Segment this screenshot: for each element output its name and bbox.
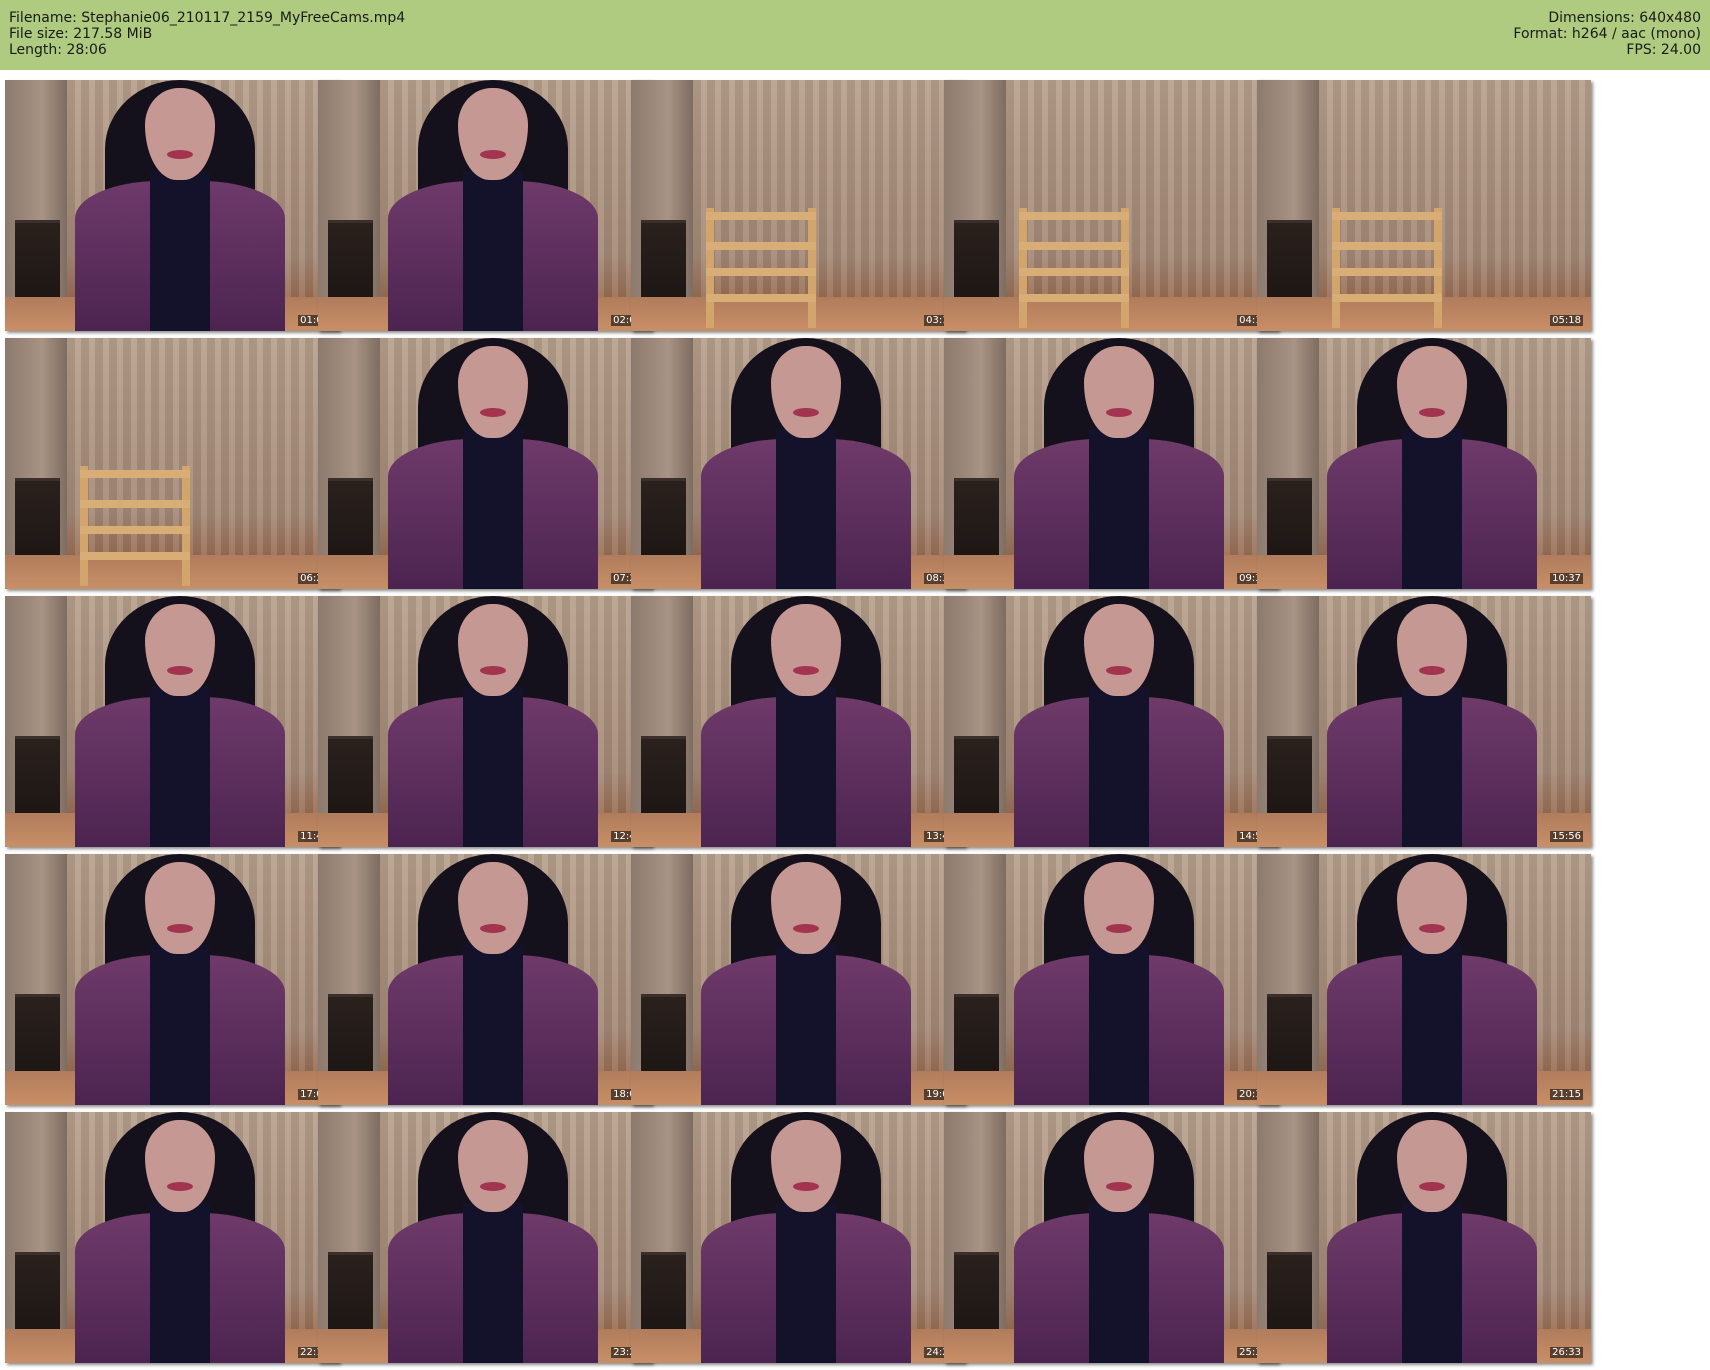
person-figure bbox=[1327, 854, 1537, 1105]
video-thumbnail: 26:33 bbox=[1257, 1112, 1591, 1363]
chair bbox=[1332, 208, 1442, 328]
video-thumbnail: 18:03 bbox=[318, 854, 652, 1105]
timestamp-label: 15:56 bbox=[1550, 831, 1583, 842]
timestamp-label: 26:33 bbox=[1550, 1347, 1583, 1358]
video-thumbnail: 03:11 bbox=[631, 80, 965, 331]
video-thumbnail: 01:03 bbox=[5, 80, 339, 331]
file-info: Filename: Stephanie06_210117_2159_MyFree… bbox=[9, 10, 405, 58]
person-figure bbox=[701, 1112, 911, 1363]
file-size-text: File size: 217.58 MiB bbox=[9, 26, 153, 42]
person-figure bbox=[388, 854, 598, 1105]
video-thumbnail: 19:07 bbox=[631, 854, 965, 1105]
chair bbox=[1019, 208, 1129, 328]
person-figure bbox=[388, 1112, 598, 1363]
timestamp-label: 10:37 bbox=[1550, 573, 1583, 584]
fps-text: FPS: 24.00 bbox=[1626, 42, 1701, 58]
video-thumbnail: 13:48 bbox=[631, 596, 965, 847]
person-figure bbox=[388, 80, 598, 331]
person-figure bbox=[701, 338, 911, 589]
person-figure bbox=[1327, 596, 1537, 847]
person-figure bbox=[1014, 1112, 1224, 1363]
person-figure bbox=[1327, 338, 1537, 589]
person-figure bbox=[75, 596, 285, 847]
video-thumbnail: 24:26 bbox=[631, 1112, 965, 1363]
chair bbox=[80, 466, 190, 586]
video-thumbnail: 22:18 bbox=[5, 1112, 339, 1363]
person-figure bbox=[1327, 1112, 1537, 1363]
length-text: Length: 28:06 bbox=[9, 42, 107, 58]
video-thumbnail: 17:00 bbox=[5, 854, 339, 1105]
chair bbox=[706, 208, 816, 328]
video-thumbnail: 12:45 bbox=[318, 596, 652, 847]
video-thumbnail: 08:30 bbox=[631, 338, 965, 589]
video-thumbnail: 05:18 bbox=[1257, 80, 1591, 331]
video-thumbnail: 21:15 bbox=[1257, 854, 1591, 1105]
dimensions-text: Dimensions: 640x480 bbox=[1548, 10, 1701, 26]
timestamp-label: 05:18 bbox=[1550, 315, 1583, 326]
format-text: Format: h264 / aac (mono) bbox=[1513, 26, 1701, 42]
video-thumbnail: 14:52 bbox=[944, 596, 1278, 847]
info-header: Filename: Stephanie06_210117_2159_MyFree… bbox=[0, 0, 1710, 70]
thumbnail-grid: 01:03 02:07 03:11 04:15 05:18 06:22 07:26 08:30… bbox=[0, 70, 1710, 1370]
video-thumbnail: 09:33 bbox=[944, 338, 1278, 589]
video-thumbnail: 10:37 bbox=[1257, 338, 1591, 589]
person-figure bbox=[701, 854, 911, 1105]
video-thumbnail: 11:41 bbox=[5, 596, 339, 847]
video-thumbnail: 07:26 bbox=[318, 338, 652, 589]
person-figure bbox=[75, 1112, 285, 1363]
timestamp-label: 21:15 bbox=[1550, 1089, 1583, 1100]
video-thumbnail: 20:11 bbox=[944, 854, 1278, 1105]
person-figure bbox=[1014, 596, 1224, 847]
video-thumbnail: 02:07 bbox=[318, 80, 652, 331]
person-figure bbox=[388, 338, 598, 589]
person-figure bbox=[1014, 854, 1224, 1105]
person-figure bbox=[75, 854, 285, 1105]
video-thumbnail: 06:22 bbox=[5, 338, 339, 589]
video-thumbnail: 23:22 bbox=[318, 1112, 652, 1363]
person-figure bbox=[388, 596, 598, 847]
video-thumbnail: 04:15 bbox=[944, 80, 1278, 331]
filename-text: Filename: Stephanie06_210117_2159_MyFree… bbox=[9, 10, 406, 26]
media-info: Dimensions: 640x480 Format: h264 / aac (… bbox=[1513, 10, 1701, 58]
person-figure bbox=[1014, 338, 1224, 589]
person-figure bbox=[75, 80, 285, 331]
person-figure bbox=[701, 596, 911, 847]
video-thumbnail: 15:56 bbox=[1257, 596, 1591, 847]
video-thumbnail: 25:30 bbox=[944, 1112, 1278, 1363]
